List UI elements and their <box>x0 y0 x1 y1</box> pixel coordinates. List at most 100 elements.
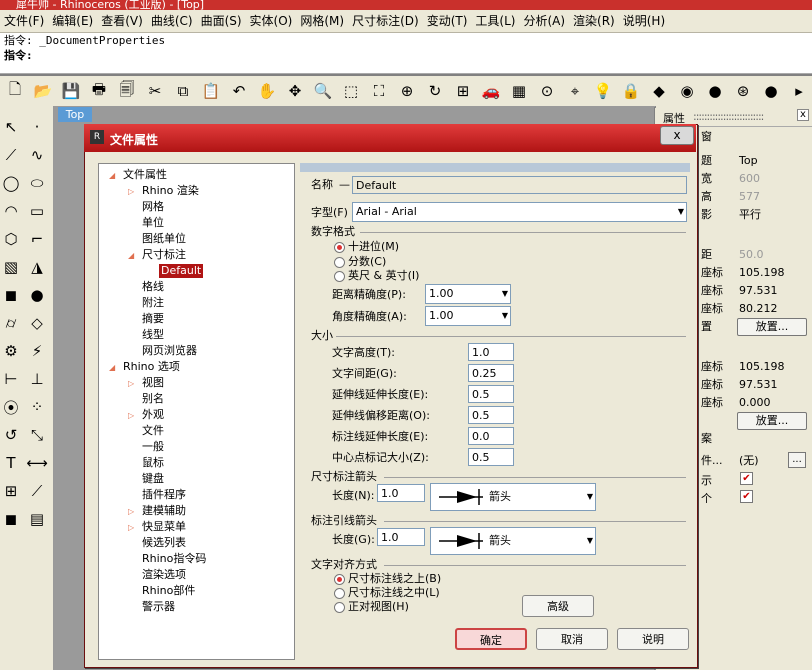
cut-icon[interactable]: ✂ <box>144 80 166 102</box>
render-sphere-icon[interactable]: ● <box>760 80 782 102</box>
wire-sphere-icon[interactable]: ⊛ <box>732 80 754 102</box>
radio-in-line[interactable] <box>334 588 345 599</box>
property-value[interactable]: 0.000 <box>739 394 771 412</box>
tree-item[interactable]: 鼠标 <box>142 456 164 470</box>
lock-icon[interactable]: 🔒 <box>620 80 642 102</box>
menu-item-2[interactable]: 查看(V) <box>97 10 147 32</box>
new-file-icon[interactable]: 🗋 <box>4 80 26 102</box>
property-value[interactable]: (无) <box>739 452 759 470</box>
expanded-triangle-icon[interactable]: ◢ <box>109 363 115 372</box>
grid-plane-icon[interactable]: ▦ <box>508 80 530 102</box>
lightning-icon[interactable]: ⚡ <box>26 340 48 362</box>
tree-item[interactable]: 候选列表 <box>142 536 186 550</box>
property-value[interactable]: 97.531 <box>739 376 778 394</box>
analyze-icon[interactable]: ⟋ <box>26 480 48 502</box>
mesh-icon[interactable]: ◇ <box>26 312 48 334</box>
property-value[interactable]: 577 <box>739 188 760 206</box>
advanced-button[interactable]: 高级 <box>522 595 594 617</box>
panel-close-icon[interactable]: x <box>797 109 809 121</box>
circle-icon[interactable]: ◯ <box>0 172 22 194</box>
tree-item[interactable]: Rhino指令码 <box>142 552 206 566</box>
four-viewports-icon[interactable]: ⊞ <box>452 80 474 102</box>
open-folder-icon[interactable]: 📂 <box>32 80 54 102</box>
collapsed-triangle-icon[interactable]: ▷ <box>128 187 134 196</box>
collapsed-triangle-icon[interactable]: ▷ <box>128 379 134 388</box>
show-checkbox[interactable]: ✔ <box>740 472 753 485</box>
tree-item[interactable]: 警示器 <box>142 600 175 614</box>
tree-item[interactable]: 网页浏览器 <box>142 344 197 358</box>
tree-item[interactable]: 别名 <box>142 392 164 406</box>
collapsed-triangle-icon[interactable]: ▷ <box>128 523 134 532</box>
leader-arrow-length-field[interactable]: 1.0 <box>377 528 425 546</box>
layout-icon[interactable]: ▤ <box>26 508 48 530</box>
point-icon[interactable]: · <box>26 116 48 138</box>
transform-icon[interactable]: ⊢ <box>0 368 22 390</box>
boolean-icon[interactable]: ⦿ <box>0 396 22 418</box>
tree-item[interactable]: 附注 <box>142 296 164 310</box>
copy-icon[interactable]: ⧉ <box>172 80 194 102</box>
angle-precision-dropdown[interactable]: 1.00 ▼ <box>425 306 511 326</box>
tree-item[interactable]: 格线 <box>142 280 164 294</box>
font-dropdown[interactable]: Arial - Arial ▼ <box>352 202 687 222</box>
undo-view-icon[interactable]: ↻ <box>424 80 446 102</box>
menu-item-1[interactable]: 编辑(E) <box>48 10 97 32</box>
menu-item-10[interactable]: 分析(A) <box>519 10 569 32</box>
tree-item[interactable]: 摘要 <box>142 312 164 326</box>
rotate-icon[interactable]: ↺ <box>0 424 22 446</box>
menu-item-7[interactable]: 尺寸标注(D) <box>348 10 423 32</box>
tree-item[interactable]: 网格 <box>142 200 164 214</box>
extrude-icon[interactable]: ◮ <box>26 256 48 278</box>
tree-item[interactable]: 文件属性 <box>123 168 167 182</box>
select-arrow-icon[interactable]: ↖ <box>0 116 22 138</box>
property-value[interactable]: 105.198 <box>739 358 785 376</box>
gray-checkbox[interactable]: ✔ <box>740 490 753 503</box>
surface-icon[interactable]: ▧ <box>0 256 22 278</box>
sphere-icon[interactable]: ● <box>704 80 726 102</box>
leader-arrow-style-dropdown[interactable]: 箭头 ▼ <box>430 527 596 555</box>
zoom-selected-icon[interactable]: ⊕ <box>396 80 418 102</box>
dim-arrow-length-field[interactable]: 1.0 <box>377 484 425 502</box>
point-tool-icon[interactable]: ⌖ <box>564 80 586 102</box>
zoom-icon[interactable]: 🔍 <box>312 80 334 102</box>
menu-item-5[interactable]: 实体(O) <box>246 10 297 32</box>
paste-icon[interactable]: 📋 <box>200 80 222 102</box>
tree-item[interactable]: Rhino部件 <box>142 584 195 598</box>
menu-item-12[interactable]: 说明(H) <box>619 10 669 32</box>
radio-horizontal-to-view[interactable] <box>334 602 345 613</box>
tree-item[interactable]: Default <box>159 264 204 278</box>
gear-icon[interactable]: ⚙ <box>0 340 22 362</box>
rotate-view-icon[interactable]: ✥ <box>284 80 306 102</box>
menu-item-0[interactable]: 文件(F) <box>0 10 48 32</box>
zoom-extents-icon[interactable]: ⛶ <box>368 80 390 102</box>
tree-item[interactable]: 建模辅助 <box>142 504 186 518</box>
property-value[interactable]: 80.212 <box>739 300 778 318</box>
document-icon[interactable]: 🗐 <box>116 80 138 102</box>
array-icon[interactable]: ⁘ <box>26 396 48 418</box>
material-icon[interactable]: ◆ <box>648 80 670 102</box>
size-field[interactable]: 0.5 <box>468 385 514 403</box>
radio-fraction[interactable] <box>334 257 345 268</box>
tree-item[interactable]: 文件 <box>142 424 164 438</box>
property-value[interactable]: 97.531 <box>739 282 778 300</box>
size-field[interactable]: 0.5 <box>468 448 514 466</box>
browse-wallpaper-button[interactable]: ... <box>788 452 806 468</box>
dialog-title-bar[interactable]: R 文件属性 <box>84 124 696 152</box>
size-field[interactable]: 0.25 <box>468 364 514 382</box>
tree-item[interactable]: 插件程序 <box>142 488 186 502</box>
light-bulb-icon[interactable]: 💡 <box>592 80 614 102</box>
menu-item-6[interactable]: 网格(M) <box>296 10 348 32</box>
align-icon[interactable]: ⊥ <box>26 368 48 390</box>
cylinder-icon[interactable]: ⌭ <box>0 312 22 334</box>
dim-arrow-style-dropdown[interactable]: 箭头 ▼ <box>430 483 596 511</box>
command-area[interactable]: 指令: _DocumentProperties 指令: <box>0 33 812 74</box>
property-value[interactable]: Top <box>739 152 758 170</box>
undo-icon[interactable]: ↶ <box>228 80 250 102</box>
print-icon[interactable]: 🖶 <box>88 80 110 102</box>
tree-item[interactable]: 尺寸标注 <box>142 248 186 262</box>
text-icon[interactable]: T <box>0 452 22 474</box>
tree-item[interactable]: 视图 <box>142 376 164 390</box>
expanded-triangle-icon[interactable]: ◢ <box>128 251 134 260</box>
arc-icon[interactable]: ◠ <box>0 200 22 222</box>
box-icon[interactable]: ◼ <box>0 284 22 306</box>
menu-item-4[interactable]: 曲面(S) <box>197 10 246 32</box>
